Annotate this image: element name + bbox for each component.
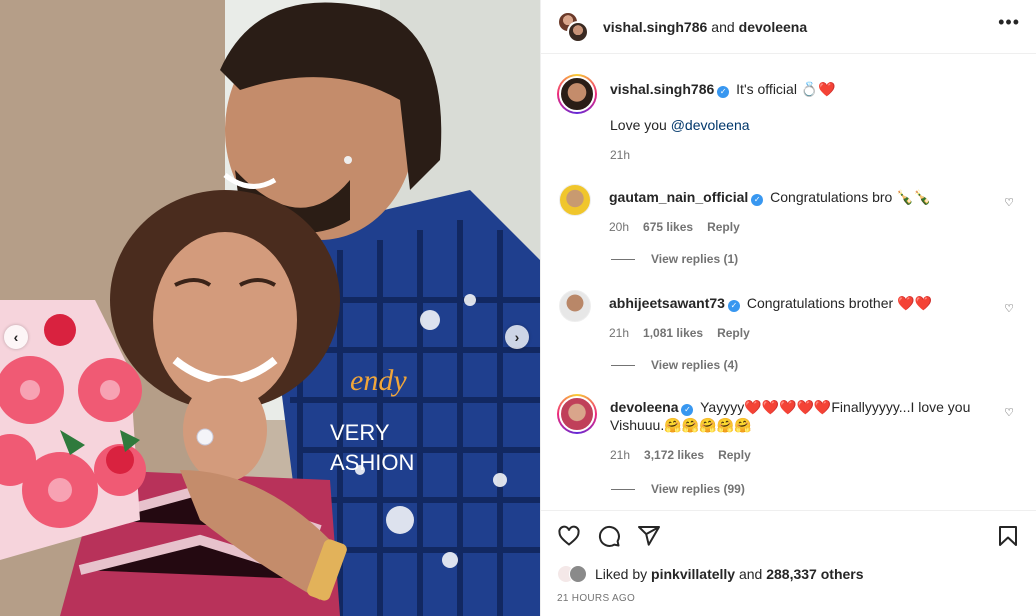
post-sidebar: vishal.singh786 and devoleena ••• vishal… (540, 0, 1036, 616)
liked-user-link[interactable]: pinkvillatelly (651, 566, 735, 582)
bookmark-icon[interactable] (996, 524, 1020, 548)
avatar[interactable] (559, 290, 591, 322)
next-photo-button[interactable]: › (505, 325, 529, 349)
comment-time[interactable]: 20h (609, 220, 629, 234)
mention-link[interactable]: @devoleena (671, 117, 750, 133)
comment-emoji: 🍾🍾 (896, 189, 932, 205)
liked-count-link[interactable]: 288,337 others (766, 566, 863, 582)
view-replies-label: View replies (4) (651, 358, 739, 372)
comment-row: abhijeetsawant73 ✓ Congratulations brothe… (557, 290, 1024, 340)
likes-summary[interactable]: Liked by pinkvillatelly and 288,337 othe… (541, 565, 1036, 583)
like-comment-heart-icon[interactable]: ♡ (1004, 196, 1014, 209)
view-replies-label: View replies (1) (651, 252, 739, 266)
verified-icon: ✓ (717, 86, 730, 98)
more-horizontal-icon[interactable]: ••• (998, 12, 1020, 32)
comments-list[interactable]: vishal.singh786 ✓ It's official 💍❤️ Love … (541, 56, 1036, 510)
verified-icon: ✓ (751, 194, 764, 206)
caption-username[interactable]: vishal.singh786 (610, 81, 714, 97)
comment-likes[interactable]: 3,172 likes (644, 448, 704, 462)
comment-emoji: ❤️❤️ (897, 295, 932, 311)
liked-prefix: Liked by (595, 566, 648, 582)
comment-username[interactable]: abhijeetsawant73 (609, 295, 725, 311)
comment-text: Yayyyy❤️❤️❤️❤️❤️Finallyyyyy...I love you (700, 399, 971, 415)
comment-username[interactable]: gautam_nain_official (609, 189, 748, 205)
story-ring-avatar[interactable] (557, 394, 597, 434)
photo-scene: endy VERY ASHION (0, 0, 540, 616)
comment-likes[interactable]: 675 likes (643, 220, 693, 234)
comment-icon[interactable] (597, 524, 621, 548)
reply-button[interactable]: Reply (718, 448, 751, 462)
caption: vishal.singh786 ✓ It's official 💍❤️ Love … (557, 74, 1024, 162)
view-replies-button[interactable]: View replies (4) (611, 358, 738, 372)
previous-photo-button[interactable]: ‹ (4, 325, 28, 349)
header-and: and (711, 18, 735, 35)
comment-row: devoleena ✓ Yayyyy❤️❤️❤️❤️❤️Finallyyyyy..… (557, 394, 1024, 462)
like-heart-icon[interactable] (557, 524, 581, 548)
ring-emoji-icon: 💍 (800, 81, 819, 97)
comment-text-2: Vishuuu.🤗🤗🤗🤗🤗 (610, 417, 752, 433)
post-header: vishal.singh786 and devoleena ••• (541, 0, 1036, 54)
caption-line2: Love you (610, 117, 671, 133)
post-timestamp[interactable]: 21 HOURS AGO (541, 593, 1036, 604)
like-comment-heart-icon[interactable]: ♡ (1004, 302, 1014, 315)
liked-mid: and (738, 566, 763, 582)
svg-text:ASHION: ASHION (330, 450, 414, 475)
avatar[interactable] (569, 565, 587, 583)
verified-icon: ✓ (727, 300, 740, 312)
comment-username[interactable]: devoleena (610, 399, 678, 415)
avatar[interactable] (559, 184, 591, 216)
reply-button[interactable]: Reply (717, 326, 750, 340)
header-username-1[interactable]: vishal.singh786 (603, 19, 707, 35)
comment-row: gautam_nain_official ✓ Congratulations br… (557, 184, 1024, 234)
heart-emoji-icon: ❤️ (818, 81, 836, 97)
svg-text:endy: endy (350, 364, 407, 397)
post-actions: Liked by pinkvillatelly and 288,337 othe… (541, 510, 1036, 616)
avatar[interactable] (567, 20, 589, 43)
svg-text:VERY: VERY (330, 420, 390, 445)
post-modal: endy VERY ASHION ‹ › vishal.singh786 and… (0, 0, 1036, 616)
comment-time[interactable]: 21h (609, 326, 629, 340)
header-username-2[interactable]: devoleena (739, 19, 807, 35)
caption-text: It's official (736, 81, 797, 97)
comment-time[interactable]: 21h (610, 448, 630, 462)
story-ring-avatar[interactable] (557, 74, 597, 114)
comment-text: Congratulations bro (770, 189, 893, 205)
verified-icon: ✓ (681, 404, 694, 416)
like-comment-heart-icon[interactable]: ♡ (1004, 406, 1014, 419)
view-replies-button[interactable]: View replies (1) (611, 252, 738, 266)
comment-text: Congratulations brother (746, 295, 894, 311)
reply-button[interactable]: Reply (707, 220, 740, 234)
view-replies-button[interactable]: View replies (99) (611, 482, 745, 496)
view-replies-label: View replies (99) (651, 482, 745, 496)
collab-avatars[interactable] (557, 10, 589, 43)
comment-likes[interactable]: 1,081 likes (643, 326, 703, 340)
post-photo[interactable]: endy VERY ASHION ‹ › (0, 0, 540, 616)
share-icon[interactable] (637, 524, 661, 548)
caption-time[interactable]: 21h (610, 148, 630, 162)
